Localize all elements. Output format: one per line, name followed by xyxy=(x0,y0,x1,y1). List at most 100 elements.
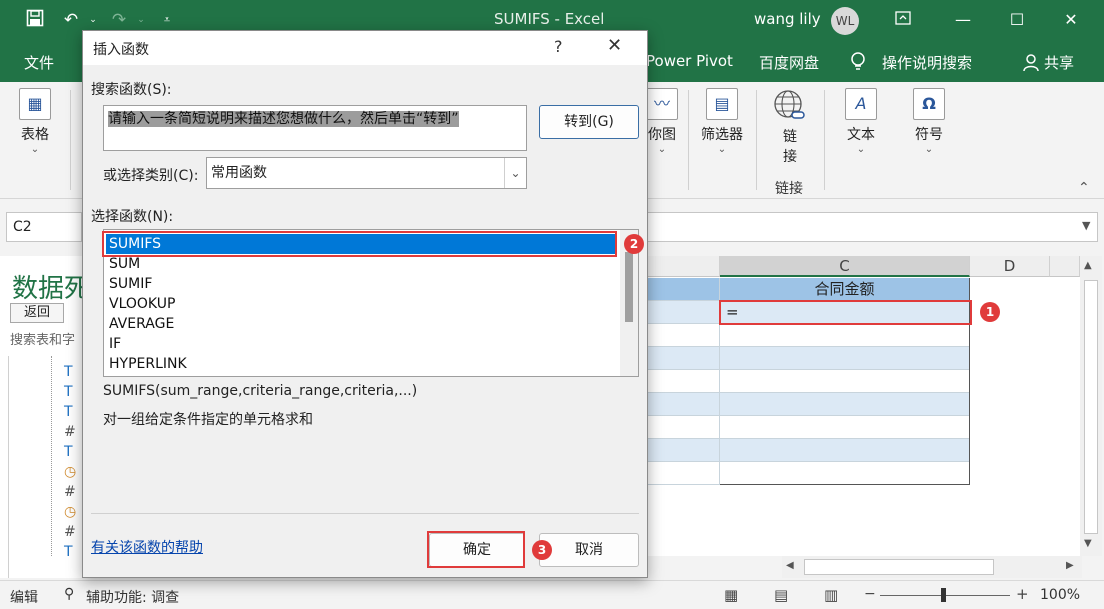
maximize-icon[interactable]: ☐ xyxy=(1002,5,1032,35)
table-cell[interactable] xyxy=(646,416,720,439)
close-window-icon[interactable]: ✕ xyxy=(1056,5,1086,35)
accessibility-icon[interactable]: ⚲ xyxy=(64,586,74,602)
function-help-link[interactable]: 有关该函数的帮助 xyxy=(91,537,203,557)
search-function-input[interactable]: 请输入一条简短说明来描述您想做什么，然后单击“转到” xyxy=(103,105,527,151)
list-item[interactable]: IF xyxy=(106,334,616,354)
avatar[interactable]: WL xyxy=(831,7,859,35)
list-item[interactable]: HYPERLINK xyxy=(106,354,616,374)
redo-dropdown-icon[interactable]: ⌄ xyxy=(130,9,152,31)
redo-icon[interactable]: ↷ xyxy=(108,9,130,31)
step-badge-3: 3 xyxy=(532,540,552,560)
minimize-icon[interactable]: — xyxy=(948,5,978,35)
link-button[interactable]: 链 接 xyxy=(768,88,812,166)
table-cell[interactable] xyxy=(720,462,970,485)
list-scrollbar-thumb[interactable] xyxy=(625,252,633,322)
undo-dropdown-icon[interactable]: ⌄ xyxy=(82,9,104,31)
list-item[interactable]: VLOOKUP xyxy=(106,294,616,314)
table-cell[interactable] xyxy=(720,370,970,393)
scroll-down-icon[interactable]: ▼ xyxy=(1084,538,1092,549)
function-description: 对一组给定条件指定的单元格求和 xyxy=(103,412,313,428)
column-header-c[interactable]: C xyxy=(720,256,970,277)
field-search-input[interactable]: 搜索表和字 xyxy=(10,330,84,352)
horizontal-scrollbar[interactable]: ◀ ▶ xyxy=(782,556,1082,578)
zoom-level[interactable]: 100% xyxy=(1040,587,1080,603)
zoom-slider-thumb[interactable] xyxy=(941,588,946,602)
table-cell[interactable] xyxy=(646,324,720,347)
table-cell[interactable] xyxy=(646,370,720,393)
table-cell[interactable] xyxy=(646,393,720,416)
date-field-icon[interactable]: ◷ xyxy=(64,504,76,520)
scroll-left-icon[interactable]: ◀ xyxy=(786,560,794,571)
list-item[interactable]: SUM xyxy=(106,254,616,274)
date-field-icon[interactable]: ◷ xyxy=(64,464,76,480)
select-function-label: 选择函数(N): xyxy=(91,209,174,225)
scrollbar-thumb[interactable] xyxy=(1084,280,1098,534)
close-icon[interactable]: ✕ xyxy=(607,35,622,56)
ribbon-display-options-icon[interactable] xyxy=(888,5,918,35)
undo-icon[interactable]: ↶ xyxy=(60,9,82,31)
chevron-down-icon[interactable]: ⌄ xyxy=(504,158,526,188)
text-field-icon[interactable]: T xyxy=(64,384,73,400)
scrollbar-thumb[interactable] xyxy=(804,559,994,575)
category-select[interactable]: 常用函数 ⌄ xyxy=(206,157,527,189)
table-cell[interactable] xyxy=(646,347,720,370)
table-cell[interactable] xyxy=(720,347,970,370)
list-item[interactable]: SUMIF xyxy=(106,274,616,294)
vertical-scrollbar[interactable]: ▲ ▼ xyxy=(1080,256,1102,556)
share-person-icon[interactable] xyxy=(1022,53,1042,73)
expand-formula-bar-icon[interactable]: ▼ xyxy=(1082,219,1090,232)
customize-qat-icon[interactable]: ⩡ xyxy=(156,9,178,31)
share-button[interactable]: 共享 xyxy=(1044,52,1074,73)
scroll-right-icon[interactable]: ▶ xyxy=(1066,560,1074,571)
collapse-ribbon-icon[interactable]: ⌃ xyxy=(1078,180,1090,196)
table-cell[interactable] xyxy=(720,393,970,416)
text-field-icon[interactable]: T xyxy=(64,364,73,380)
text-field-icon[interactable]: T xyxy=(64,544,73,560)
table-button[interactable]: ▦ 表格 ⌄ xyxy=(12,88,58,155)
tab-baidu-netdisk[interactable]: 百度网盘 xyxy=(759,52,819,73)
accessibility-status[interactable]: 辅助功能: 调查 xyxy=(86,587,179,607)
column-header-e[interactable] xyxy=(1050,256,1080,277)
dialog-divider xyxy=(91,513,639,514)
list-item[interactable]: AVERAGE xyxy=(106,314,616,334)
table-cell[interactable] xyxy=(646,462,720,485)
column-header-d[interactable]: D xyxy=(970,256,1050,277)
tab-power-pivot[interactable]: Power Pivot xyxy=(646,52,733,70)
user-name[interactable]: wang lily xyxy=(754,10,821,28)
formula-input[interactable] xyxy=(646,212,1098,242)
table-header-cell[interactable] xyxy=(646,278,720,301)
tab-file[interactable]: 文件 xyxy=(24,52,54,73)
zoom-out-icon[interactable]: − xyxy=(864,586,876,602)
text-field-icon[interactable]: T xyxy=(64,404,73,420)
filter-button[interactable]: ▤ 筛选器 ⌄ xyxy=(694,88,750,155)
table-cell[interactable] xyxy=(646,301,720,324)
line-chart-icon: 〰 xyxy=(646,88,678,120)
symbol-button[interactable]: Ω 符号 ⌄ xyxy=(906,88,952,155)
text-field-icon[interactable]: T xyxy=(64,444,73,460)
back-button[interactable]: 返回 xyxy=(10,303,64,323)
text-button[interactable]: A 文本 ⌄ xyxy=(838,88,884,155)
status-mode: 编辑 xyxy=(10,590,38,606)
column-header-b[interactable] xyxy=(646,256,720,277)
save-icon[interactable] xyxy=(24,9,46,31)
help-icon[interactable]: ? xyxy=(554,37,563,56)
goto-button[interactable]: 转到(G) xyxy=(539,105,639,139)
table-cell[interactable] xyxy=(646,439,720,462)
page-layout-view-icon[interactable]: ▤ xyxy=(774,586,788,604)
cancel-button[interactable]: 取消 xyxy=(539,533,639,567)
scroll-up-icon[interactable]: ▲ xyxy=(1084,260,1092,271)
table-cell[interactable] xyxy=(720,416,970,439)
table-cell[interactable] xyxy=(720,439,970,462)
number-field-icon[interactable]: # xyxy=(64,524,76,540)
lightbulb-icon[interactable] xyxy=(850,51,868,73)
zoom-in-icon[interactable]: + xyxy=(1016,585,1029,603)
table-header-cell[interactable]: 合同金额 xyxy=(720,278,970,301)
page-break-view-icon[interactable]: ▥ xyxy=(824,586,838,604)
dialog-title: 插入函数 xyxy=(93,42,149,58)
tell-me-search[interactable]: 操作说明搜索 xyxy=(882,52,972,73)
number-field-icon[interactable]: # xyxy=(64,484,76,500)
name-box[interactable]: C2 xyxy=(6,212,82,242)
number-field-icon[interactable]: # xyxy=(64,424,76,440)
table-cell[interactable] xyxy=(720,324,970,347)
normal-view-icon[interactable]: ▦ xyxy=(724,586,738,604)
